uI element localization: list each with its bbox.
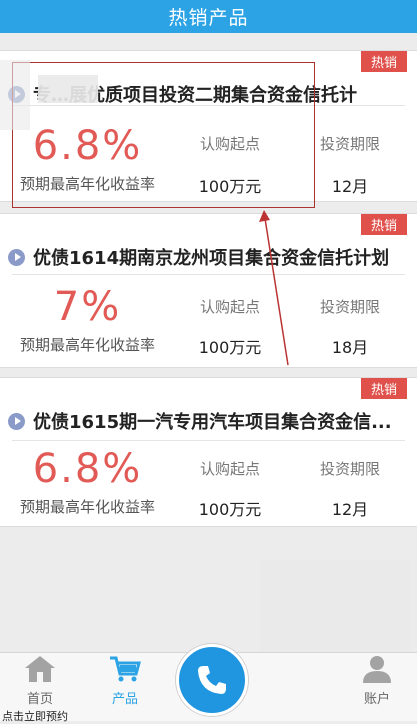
blur-patch	[260, 560, 410, 655]
tab-account-label: 账户	[363, 692, 390, 707]
tab-account[interactable]: 账户	[337, 653, 417, 721]
tab-home-label: 首页	[26, 692, 53, 707]
user-icon	[363, 656, 391, 683]
footnote-text: 点击立即预约	[2, 710, 68, 723]
cart-icon	[110, 656, 141, 682]
phone-icon	[198, 666, 226, 694]
home-icon	[25, 656, 55, 682]
tab-products-label: 产品	[111, 692, 138, 707]
call-button[interactable]	[176, 644, 248, 716]
blur-patch	[0, 60, 30, 130]
blur-patch	[38, 75, 98, 103]
tab-products[interactable]: 产品	[85, 653, 165, 721]
